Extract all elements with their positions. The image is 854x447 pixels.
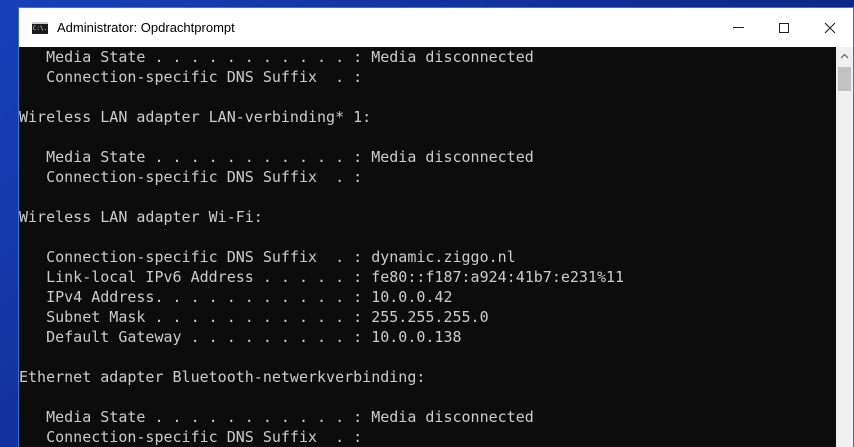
minimize-icon [732, 27, 744, 28]
cmd-app-icon-text: C:\. [32, 24, 48, 32]
scrollbar-thumb[interactable] [838, 67, 851, 91]
close-button[interactable] [807, 8, 853, 47]
chevron-up-icon [840, 53, 849, 58]
console-line: Media State . . . . . . . . . . . : Medi… [19, 48, 534, 66]
minimize-button[interactable] [715, 8, 761, 47]
command-prompt-window: C:\. Administrator: Opdrachtprompt Media… [18, 7, 854, 447]
maximize-icon [779, 22, 789, 33]
console-line: Default Gateway . . . . . . . . . : 10.0… [19, 328, 462, 346]
title-bar[interactable]: C:\. Administrator: Opdrachtprompt [19, 8, 853, 47]
close-icon [824, 22, 836, 33]
console-line: Subnet Mask . . . . . . . . . . . : 255.… [19, 308, 489, 326]
window-controls [715, 8, 853, 47]
console-line: Link-local IPv6 Address . . . . . : fe80… [19, 268, 625, 286]
console-line: Connection-specific DNS Suffix . : [19, 168, 363, 186]
console-line: Ethernet adapter Bluetooth-netwerkverbin… [19, 368, 426, 386]
maximize-button[interactable] [761, 8, 807, 47]
console-line: IPv4 Address. . . . . . . . . . . : 10.0… [19, 288, 453, 306]
console-line: Media State . . . . . . . . . . . : Medi… [19, 148, 534, 166]
console-line: Media State . . . . . . . . . . . : Medi… [19, 408, 534, 426]
console-line: Connection-specific DNS Suffix . : dynam… [19, 248, 516, 266]
console-line: Wireless LAN adapter LAN-verbinding* 1: [19, 108, 372, 126]
window-title: Administrator: Opdrachtprompt [57, 20, 235, 35]
cmd-app-icon[interactable]: C:\. [32, 21, 48, 34]
console-output[interactable]: Media State . . . . . . . . . . . : Medi… [19, 47, 837, 447]
scroll-up-button[interactable] [836, 47, 853, 64]
console-line: Connection-specific DNS Suffix . : [19, 428, 363, 446]
console-line: Connection-specific DNS Suffix . : [19, 68, 363, 86]
console-line: Wireless LAN adapter Wi-Fi: [19, 208, 263, 226]
vertical-scrollbar[interactable] [836, 47, 853, 447]
